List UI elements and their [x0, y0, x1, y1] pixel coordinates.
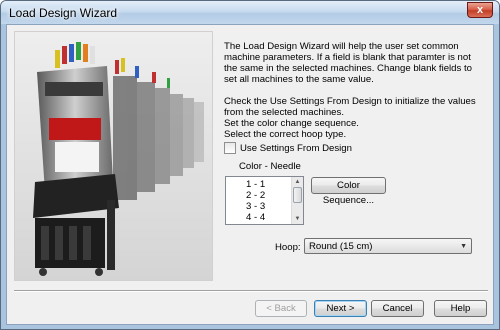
scroll-up-arrow-icon[interactable]: ▲ [292, 177, 303, 187]
scroll-thumb[interactable] [293, 187, 302, 203]
use-settings-row[interactable]: Use Settings From Design [224, 142, 352, 154]
color-needle-listbox[interactable]: 1 - 1 2 - 2 3 - 3 4 - 4 ▲ ▼ [225, 176, 304, 225]
hoop-select-value: Round (15 cm) [309, 241, 373, 252]
intro-line-settings: Check the Use Settings From Design to in… [224, 96, 476, 118]
close-button[interactable]: x [467, 2, 493, 18]
color-sequence-button[interactable]: Color Sequence... [311, 177, 386, 206]
hoop-label: Hoop: [275, 242, 301, 253]
close-icon: x [476, 4, 484, 16]
intro-line-sequence: Set the color change sequence. [224, 118, 359, 129]
next-button[interactable]: Next > [314, 300, 367, 317]
listbox-scrollbar[interactable]: ▲ ▼ [291, 177, 303, 224]
list-item[interactable]: 1 - 1 [226, 179, 288, 190]
window-title: Load Design Wizard [9, 6, 118, 20]
list-item[interactable]: 2 - 2 [226, 190, 288, 201]
intro-paragraph: The Load Design Wizard will help the use… [224, 41, 472, 85]
scroll-down-arrow-icon[interactable]: ▼ [292, 214, 303, 224]
title-bar[interactable]: Load Design Wizard x [1, 1, 499, 24]
list-item[interactable]: 4 - 4 [226, 212, 288, 223]
hoop-select[interactable]: Round (15 cm) ▼ [304, 238, 472, 254]
footer-separator [14, 290, 488, 292]
use-settings-label[interactable]: Use Settings From Design [240, 143, 352, 154]
embroidery-machines-icon [15, 32, 212, 280]
color-needle-label: Color - Needle [239, 161, 301, 172]
embroidery-machines-image [14, 31, 213, 281]
cancel-button[interactable]: Cancel [371, 300, 424, 317]
help-button[interactable]: Help [434, 300, 487, 317]
intro-text: The Load Design Wizard will help the use… [224, 41, 486, 140]
intro-line-hoop: Select the correct hoop type. [224, 129, 347, 140]
wizard-window: Load Design Wizard x The Load Design Wiz… [0, 0, 500, 330]
use-settings-checkbox[interactable] [224, 142, 236, 154]
chevron-down-icon[interactable]: ▼ [460, 240, 467, 253]
wizard-body: The Load Design Wizard will help the use… [6, 24, 494, 325]
list-item[interactable]: 3 - 3 [226, 201, 288, 212]
back-button[interactable]: < Back [255, 300, 307, 317]
